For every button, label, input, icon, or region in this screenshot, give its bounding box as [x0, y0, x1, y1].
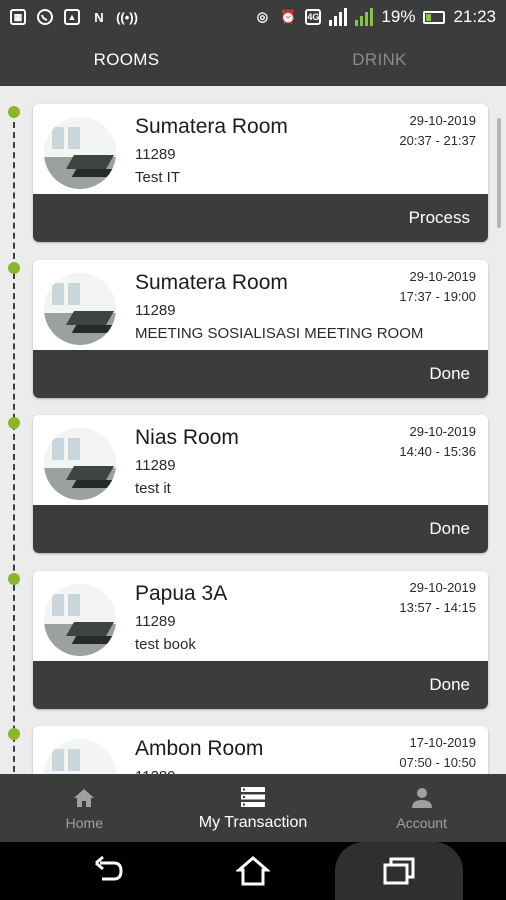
status-label: Done [429, 675, 470, 694]
image-icon: ▲ [64, 9, 80, 25]
tab-drink[interactable]: DRINK [253, 34, 506, 86]
bottom-navigation: Home My Transaction Account [0, 774, 506, 842]
room-name: Ambon Room [135, 737, 264, 760]
nav-account-label: Account [396, 814, 447, 831]
booking-description: test it [135, 480, 171, 497]
status-bar: ▦ ▲ N ((•)) ◎ ⏰ 4G 19% 21:23 [0, 0, 506, 34]
home-button-icon[interactable] [234, 855, 272, 887]
battery-icon [423, 10, 446, 24]
n-icon: N [94, 9, 104, 25]
hotspot-icon: ((•)) [116, 9, 138, 25]
nav-my-transaction[interactable]: My Transaction [169, 774, 338, 842]
booking-time: 07:50 - 10:50 [399, 755, 476, 770]
tab-rooms[interactable]: ROOMS [0, 34, 253, 86]
room-name: Papua 3A [135, 582, 228, 605]
status-label: Done [429, 519, 470, 538]
status-bar: Done [33, 661, 488, 709]
room-name: Nias Room [135, 426, 239, 449]
home-icon [71, 786, 97, 810]
room-thumbnail [44, 584, 116, 656]
timeline-dot [8, 106, 20, 118]
network-type-icon: 4G [305, 9, 322, 25]
gallery-icon: ▦ [10, 9, 26, 25]
timeline-line [13, 112, 15, 774]
nav-my-transaction-label: My Transaction [198, 813, 308, 831]
room-thumbnail [44, 739, 116, 774]
booking-description: test book [135, 636, 196, 653]
person-icon [409, 786, 435, 810]
booking-date: 17-10-2019 [409, 735, 477, 750]
room-thumbnail [44, 428, 116, 500]
timeline-dot [8, 573, 20, 585]
clock: 21:23 [453, 7, 496, 26]
nav-home[interactable]: Home [0, 774, 169, 842]
signal-2-icon [355, 8, 374, 26]
room-name: Sumatera Room [135, 271, 288, 294]
room-thumbnail [44, 117, 116, 189]
battery-percent: 19% [381, 7, 416, 26]
booking-time: 17:37 - 19:00 [399, 289, 476, 304]
transaction-card[interactable]: Sumatera Room 11289 MEETING SOSIALISASI … [33, 260, 488, 398]
transaction-card[interactable]: Ambon Room 11289 17-10-2019 07:50 - 10:5… [33, 726, 488, 774]
status-bar: Done [33, 350, 488, 398]
booking-code: 11289 [135, 146, 176, 163]
nav-home-label: Home [65, 814, 104, 831]
timeline-dot [8, 728, 20, 740]
room-thumbnail [44, 273, 116, 345]
status-bar: Done [33, 505, 488, 553]
room-name: Sumatera Room [135, 115, 288, 138]
list-icon [240, 785, 266, 809]
nav-account[interactable]: Account [337, 774, 506, 842]
status-label: Done [429, 364, 470, 383]
system-navigation-bar [0, 842, 506, 900]
status-bar: Process [33, 194, 488, 242]
signal-icon [329, 8, 348, 26]
booking-time: 14:40 - 15:36 [399, 444, 476, 459]
booking-code: 11289 [135, 302, 176, 319]
nfc-icon: ◎ [256, 9, 269, 24]
timeline-dot [8, 262, 20, 274]
transaction-list[interactable]: Sumatera Room 11289 Test IT 29-10-2019 2… [0, 86, 506, 774]
booking-time: 20:37 - 21:37 [399, 133, 476, 148]
transaction-card[interactable]: Nias Room 11289 test it 29-10-2019 14:40… [33, 415, 488, 553]
booking-description: Test IT [135, 169, 181, 186]
tab-bar: ROOMS DRINK [0, 34, 506, 86]
transaction-card[interactable]: Papua 3A 11289 test book 29-10-2019 13:5… [33, 571, 488, 709]
booking-date: 29-10-2019 [409, 424, 477, 439]
transaction-card[interactable]: Sumatera Room 11289 Test IT 29-10-2019 2… [33, 104, 488, 242]
timeline-dot [8, 417, 20, 429]
alarm-icon: ⏰ [280, 9, 297, 24]
recent-apps-icon[interactable] [382, 855, 416, 887]
booking-date: 29-10-2019 [409, 580, 477, 595]
booking-time: 13:57 - 14:15 [399, 600, 476, 615]
booking-date: 29-10-2019 [409, 269, 477, 284]
back-icon[interactable] [92, 855, 126, 887]
booking-date: 29-10-2019 [409, 113, 477, 128]
scrollbar[interactable] [497, 118, 501, 228]
whatsapp-icon [36, 8, 54, 26]
booking-code: 11289 [135, 457, 176, 474]
booking-description: MEETING SOSIALISASI MEETING ROOM [135, 325, 424, 342]
booking-code: 11289 [135, 613, 176, 630]
status-label: Process [408, 208, 470, 227]
